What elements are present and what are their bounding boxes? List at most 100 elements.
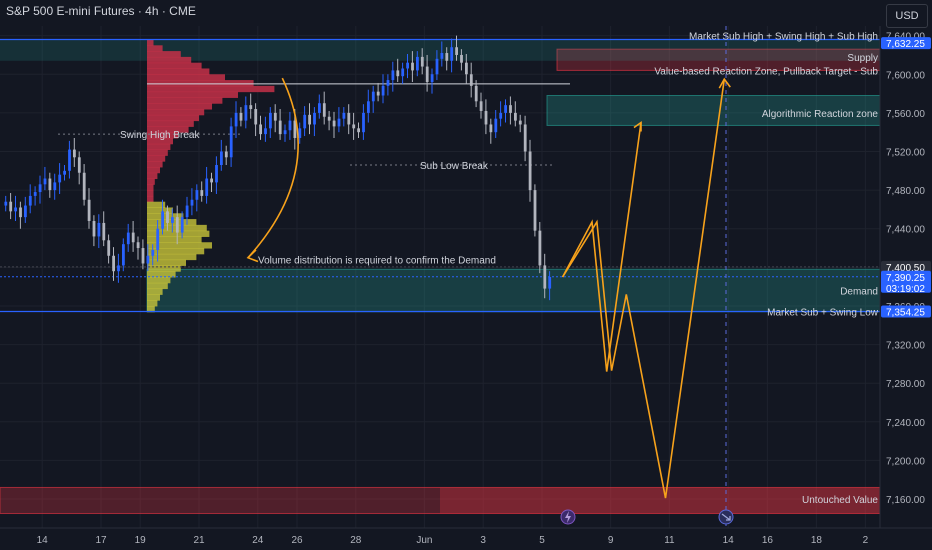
volume-bar [147, 178, 155, 185]
candle-body [430, 74, 434, 82]
candle-body [469, 74, 473, 86]
volume-bar [147, 74, 225, 81]
candle-body [136, 242, 140, 249]
volume-bar [147, 85, 275, 93]
volume-bar [147, 300, 158, 307]
candle-body [77, 157, 81, 173]
volume-bar [147, 103, 212, 110]
annotation-label: Demand [840, 287, 878, 298]
chart-title: S&P 500 E-mini Futures · 4h · CME [6, 4, 196, 18]
volume-bar [147, 80, 254, 87]
volume-bar [147, 282, 168, 290]
candle-body [126, 232, 130, 245]
candle-body [352, 124, 356, 129]
y-tick-label: 7,200.00 [886, 456, 925, 467]
x-tick-label: 28 [350, 535, 362, 546]
candle-body [58, 174, 62, 183]
candle-body [19, 207, 22, 218]
candle-body [322, 103, 326, 117]
candle-body [141, 248, 145, 264]
candle-body [533, 190, 537, 231]
candle-body [28, 195, 32, 206]
y-tick-label: 7,520.00 [886, 148, 925, 159]
candle-body [494, 118, 498, 133]
y-tick-label: 7,280.00 [886, 379, 925, 390]
x-tick-label: 19 [135, 535, 147, 546]
candle-body [479, 101, 483, 111]
candle-body [43, 178, 47, 185]
x-tick-label: 5 [539, 535, 545, 546]
price-tag-label: 7,354.25 [886, 308, 925, 319]
candle-body [313, 112, 316, 125]
candle-body [425, 66, 429, 82]
volume-bar [147, 120, 194, 127]
volume-bar [147, 155, 166, 162]
x-tick-label: 16 [762, 535, 774, 546]
x-tick-label: 14 [723, 535, 735, 546]
candle-body [337, 118, 341, 127]
candle-body [509, 105, 512, 113]
currency-button[interactable]: USD [886, 4, 928, 28]
candle-body [190, 199, 194, 206]
candle-body [224, 151, 228, 158]
candle-body [303, 114, 307, 129]
y-tick-label: 7,560.00 [886, 109, 925, 120]
candle-body [518, 120, 522, 125]
annotation-label: Market Sub High + Swing High + Sub High [689, 32, 878, 43]
annotation-label: Sub Low Break [420, 161, 489, 172]
candle-body [489, 124, 493, 133]
candle-body [371, 91, 375, 102]
candle-body [411, 62, 414, 71]
candle-body [401, 68, 405, 77]
volume-bar [147, 172, 158, 180]
x-tick-label: 9 [608, 535, 614, 546]
candle-body [283, 130, 287, 135]
candle-body [548, 277, 552, 289]
volume-bar [147, 62, 202, 69]
y-tick-label: 7,320.00 [886, 341, 925, 352]
candle-body [220, 151, 223, 166]
candle-body [239, 112, 243, 121]
candle-body [450, 47, 454, 61]
annotation-label: Market Sub + Swing Low [767, 308, 879, 319]
annotation-label: Supply [847, 53, 878, 64]
candle-body [14, 207, 17, 212]
volume-bar [147, 161, 163, 168]
annotation-label: Value-based Reaction Zone, Pullback Targ… [654, 66, 878, 77]
candle-body [112, 255, 115, 272]
x-tick-label: 14 [37, 535, 49, 546]
x-tick-label: 24 [252, 535, 264, 546]
volume-bar [147, 45, 163, 52]
x-tick-label: 18 [811, 535, 823, 546]
annotation-label: Volume distribution is required to confi… [258, 256, 496, 267]
x-tick-label: Jun [416, 535, 432, 546]
volume-bar [147, 51, 181, 58]
candle-body [24, 205, 27, 218]
candle-body [269, 112, 272, 129]
x-tick-label: 17 [95, 535, 107, 546]
candle-body [195, 190, 199, 200]
candle-body [381, 85, 385, 96]
candle-body [53, 182, 57, 191]
candle-body [234, 112, 238, 127]
candle-body [435, 58, 439, 75]
candle-body [151, 249, 155, 256]
annotation-label: Untouched Value [802, 495, 878, 506]
candle-body [523, 124, 527, 152]
projection-path [561, 122, 642, 372]
price-chart[interactable]: Swing High Break Sub Low Break Volume dist… [0, 0, 932, 550]
candle-body [396, 70, 400, 77]
candle-body [474, 85, 478, 102]
candle-body [249, 105, 253, 110]
candle-body [416, 56, 419, 71]
candle-body [376, 91, 380, 96]
candle-body [362, 112, 365, 133]
volume-bar [147, 265, 181, 272]
candle-body [102, 222, 106, 241]
candle-body [391, 70, 395, 81]
candle-body [68, 149, 71, 171]
candle-body [357, 128, 360, 133]
candle-body [48, 178, 52, 191]
y-tick-label: 7,440.00 [886, 225, 925, 236]
candle-body [244, 105, 248, 121]
